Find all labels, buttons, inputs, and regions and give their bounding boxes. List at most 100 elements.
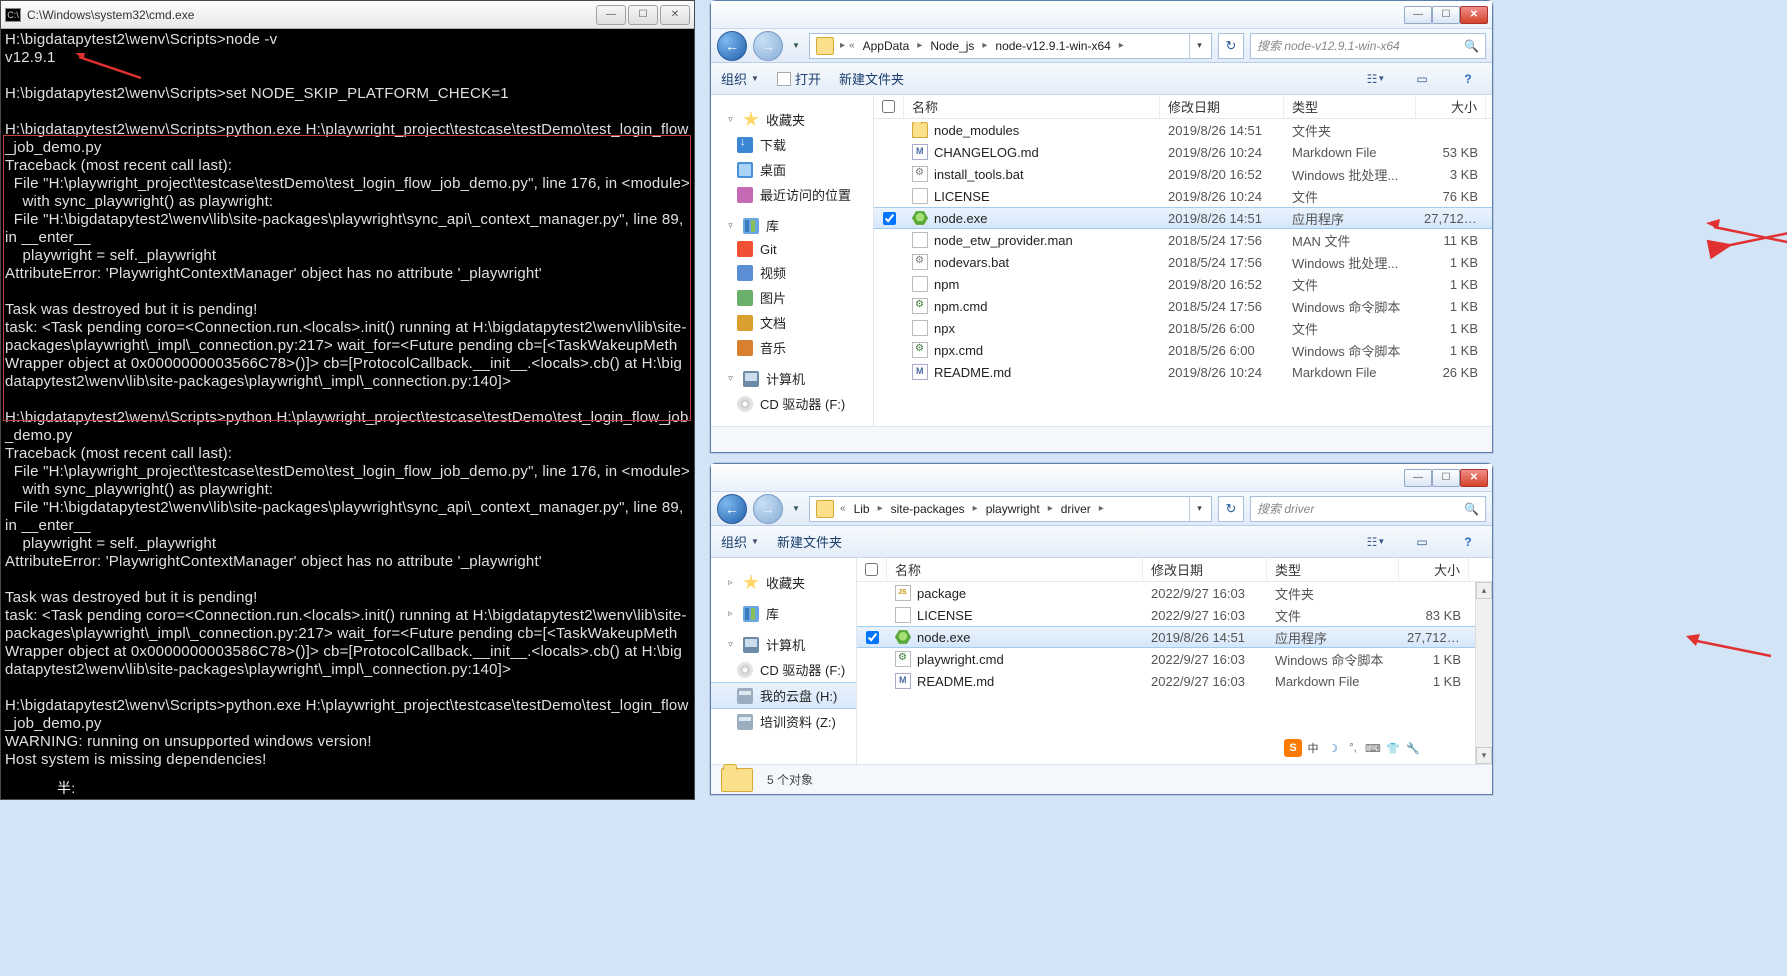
breadcrumb-item[interactable]: Lib (848, 497, 876, 521)
nav-history-dropdown[interactable]: ▼ (789, 495, 803, 523)
file-name-cell[interactable]: npx (904, 320, 1160, 336)
ime-punct-icon[interactable]: °, (1344, 739, 1362, 757)
checkbox-column[interactable] (874, 95, 904, 118)
vertical-scrollbar[interactable]: ▴ ▾ (1475, 582, 1492, 764)
view-options-button[interactable]: ☷ ▼ (1362, 68, 1390, 90)
file-row[interactable]: npx.cmd2018/5/26 6:00Windows 命令脚本1 KB (874, 339, 1492, 361)
breadcrumb-item[interactable]: Node_js (924, 34, 980, 58)
breadcrumb-item[interactable]: driver (1055, 497, 1097, 521)
date-column-header[interactable]: 修改日期 (1160, 95, 1284, 118)
maximize-button[interactable]: ☐ (628, 5, 658, 25)
nav-cd-drive[interactable]: CD 驱动器 (F:) (711, 657, 856, 682)
breadcrumb-item[interactable]: AppData (857, 34, 916, 58)
file-row[interactable]: npm2019/8/20 16:52文件1 KB (874, 273, 1492, 295)
file-name-cell[interactable]: LICENSE (887, 607, 1143, 623)
search-input[interactable]: 搜索 node-v12.9.1-win-x64🔍 (1250, 33, 1486, 59)
checkbox-column[interactable] (857, 558, 887, 581)
maximize-button[interactable]: ☐ (1432, 6, 1460, 24)
nav-favorites[interactable]: ▿收藏夹 (711, 107, 873, 132)
file-row[interactable]: npm.cmd2018/5/24 17:56Windows 命令脚本1 KB (874, 295, 1492, 317)
open-button[interactable]: 打开 (777, 69, 821, 88)
file-name-cell[interactable]: CHANGELOG.md (904, 144, 1160, 160)
breadcrumb-dropdown[interactable]: ▾ (1189, 497, 1209, 521)
breadcrumb-item[interactable]: playwright (980, 497, 1046, 521)
collapse-icon[interactable]: ▿ (725, 639, 736, 650)
maximize-button[interactable]: ☐ (1432, 469, 1460, 487)
ime-keyboard-icon[interactable]: ⌨ (1364, 739, 1382, 757)
nav-desktop[interactable]: 桌面 (711, 157, 873, 182)
file-name-cell[interactable]: README.md (887, 673, 1143, 689)
file-row[interactable]: node.exe2019/8/26 14:51应用程序27,712 KB (857, 626, 1475, 648)
date-column-header[interactable]: 修改日期 (1143, 558, 1267, 581)
preview-pane-button[interactable]: ▭ (1408, 531, 1436, 553)
close-button[interactable]: ✕ (1460, 6, 1488, 24)
file-name-cell[interactable]: node.exe (904, 210, 1160, 226)
type-column-header[interactable]: 类型 (1267, 558, 1399, 581)
file-row[interactable]: README.md2022/9/27 16:03Markdown File1 K… (857, 670, 1475, 692)
nav-git[interactable]: Git (711, 238, 873, 260)
nav-libraries[interactable]: ▹库 (711, 601, 856, 626)
collapse-icon[interactable]: ▿ (725, 373, 736, 384)
file-name-cell[interactable]: node_modules (904, 122, 1160, 138)
file-name-cell[interactable]: npx.cmd (904, 342, 1160, 358)
type-column-header[interactable]: 类型 (1284, 95, 1416, 118)
file-name-cell[interactable]: node_etw_provider.man (904, 232, 1160, 248)
file-name-cell[interactable]: npm (904, 276, 1160, 292)
help-button[interactable]: ? (1454, 68, 1482, 90)
nav-pictures[interactable]: 图片 (711, 285, 873, 310)
nav-favorites[interactable]: ▹收藏夹 (711, 570, 856, 595)
row-checkbox-cell[interactable] (874, 212, 904, 225)
row-checkbox[interactable] (883, 212, 896, 225)
file-name-cell[interactable]: package (887, 585, 1143, 601)
select-all-checkbox[interactable] (882, 100, 895, 113)
nav-my-disk[interactable]: 我的云盘 (H:) (711, 682, 856, 709)
file-name-cell[interactable]: README.md (904, 364, 1160, 380)
size-column-header[interactable]: 大小 (1399, 558, 1469, 581)
file-name-cell[interactable]: nodevars.bat (904, 254, 1160, 270)
back-button[interactable]: ← (717, 494, 747, 524)
ime-settings-icon[interactable]: 🔧 (1404, 739, 1422, 757)
file-name-cell[interactable]: install_tools.bat (904, 166, 1160, 182)
name-column-header[interactable]: 名称 (887, 558, 1143, 581)
file-row[interactable]: node.exe2019/8/26 14:51应用程序27,712 KB (874, 207, 1492, 229)
minimize-button[interactable]: — (596, 5, 626, 25)
nav-cd-drive[interactable]: CD 驱动器 (F:) (711, 391, 873, 416)
help-button[interactable]: ? (1454, 531, 1482, 553)
file-name-cell[interactable]: playwright.cmd (887, 651, 1143, 667)
minimize-button[interactable]: — (1404, 469, 1432, 487)
collapse-icon[interactable]: ▿ (725, 114, 736, 125)
back-button[interactable]: ← (717, 31, 747, 61)
minimize-button[interactable]: — (1404, 6, 1432, 24)
organize-button[interactable]: 组织▼ (721, 69, 759, 88)
row-checkbox-cell[interactable] (857, 631, 887, 644)
new-folder-button[interactable]: 新建文件夹 (839, 69, 904, 88)
scroll-up-button[interactable]: ▴ (1476, 582, 1492, 599)
nav-libraries[interactable]: ▿库 (711, 213, 873, 238)
refresh-button[interactable]: ↻ (1218, 33, 1244, 59)
explorer1-titlebar[interactable]: — ☐ ✕ (711, 1, 1492, 29)
new-folder-button[interactable]: 新建文件夹 (777, 532, 842, 551)
explorer2-titlebar[interactable]: — ☐ ✕ (711, 464, 1492, 492)
nav-recent[interactable]: 最近访问的位置 (711, 182, 873, 207)
nav-music[interactable]: 音乐 (711, 335, 873, 360)
file-name-cell[interactable]: LICENSE (904, 188, 1160, 204)
select-all-checkbox[interactable] (865, 563, 878, 576)
nav-training[interactable]: 培训资料 (Z:) (711, 709, 856, 734)
chevron-right-icon[interactable]: « (838, 503, 848, 514)
breadcrumb-dropdown[interactable]: ▾ (1189, 34, 1209, 58)
ime-sogou-icon[interactable]: S (1284, 739, 1302, 757)
file-row[interactable]: LICENSE2019/8/26 10:24文件76 KB (874, 185, 1492, 207)
search-input[interactable]: 搜索 driver🔍 (1250, 496, 1486, 522)
breadcrumb[interactable]: « Lib▸ site-packages▸ playwright▸ driver… (809, 496, 1212, 522)
file-row[interactable]: node_modules2019/8/26 14:51文件夹 (874, 119, 1492, 141)
file-row[interactable]: node_etw_provider.man2018/5/24 17:56MAN … (874, 229, 1492, 251)
scroll-down-button[interactable]: ▾ (1476, 747, 1492, 764)
expand-icon[interactable]: ▹ (725, 577, 736, 588)
view-options-button[interactable]: ☷ ▼ (1362, 531, 1390, 553)
breadcrumb-item[interactable]: node-v12.9.1-win-x64 (989, 34, 1116, 58)
nav-history-dropdown[interactable]: ▼ (789, 32, 803, 60)
file-row[interactable]: nodevars.bat2018/5/24 17:56Windows 批处理..… (874, 251, 1492, 273)
file-row[interactable]: LICENSE2022/9/27 16:03文件83 KB (857, 604, 1475, 626)
forward-button[interactable]: → (753, 31, 783, 61)
file-name-cell[interactable]: node.exe (887, 629, 1143, 645)
